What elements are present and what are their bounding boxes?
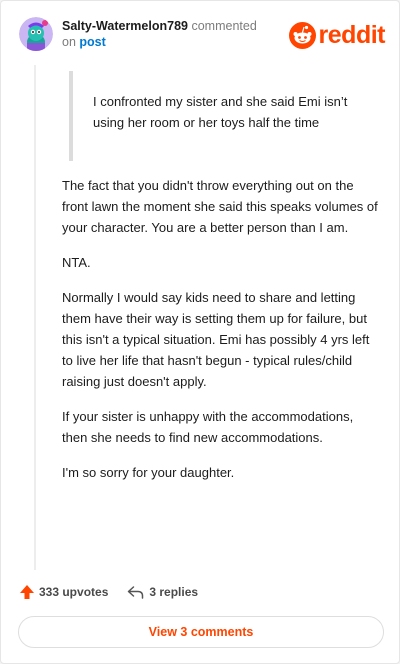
avatar[interactable] [19, 17, 53, 51]
on-label: on [62, 35, 76, 49]
comment-body: The fact that you didn't throw everythin… [62, 175, 382, 497]
reddit-wordmark: reddit [318, 21, 386, 49]
paragraph: The fact that you didn't throw everythin… [62, 178, 378, 235]
comment-card: Salty-Watermelon789 commented on post re… [0, 0, 400, 664]
comment-actions: 333 upvotes 3 replies [19, 581, 198, 603]
view-comments-label: View 3 comments [148, 625, 254, 639]
upvote-arrow-icon [20, 585, 34, 599]
replies-button[interactable]: 3 replies [127, 585, 198, 599]
paragraph: NTA. [62, 255, 91, 270]
quote-text: I confronted my sister and she said Emi … [93, 94, 348, 130]
replies-count: 3 replies [149, 585, 199, 599]
blockquote: I confronted my sister and she said Emi … [69, 71, 369, 161]
snoo-avatar-icon [19, 17, 53, 51]
commented-label: commented [191, 19, 257, 33]
paragraph: If your sister is unhappy with the accom… [62, 409, 354, 445]
reddit-snoo-icon [288, 21, 316, 49]
thread-line[interactable] [34, 65, 36, 570]
comment-meta: Salty-Watermelon789 commented on post [62, 18, 257, 50]
view-comments-button[interactable]: View 3 comments [18, 616, 384, 648]
paragraph: I'm so sorry for your daughter. [62, 465, 235, 480]
username-link[interactable]: Salty-Watermelon789 [62, 19, 188, 33]
post-link[interactable]: post [79, 35, 105, 49]
reply-arrow-icon [128, 586, 144, 599]
reddit-logo[interactable]: reddit [288, 21, 386, 49]
comment-header: Salty-Watermelon789 commented on post re… [19, 15, 386, 55]
paragraph: Normally I would say kids need to share … [62, 290, 370, 389]
upvote-count: 333 upvotes [39, 585, 109, 599]
upvote-button[interactable]: 333 upvotes [19, 584, 108, 600]
